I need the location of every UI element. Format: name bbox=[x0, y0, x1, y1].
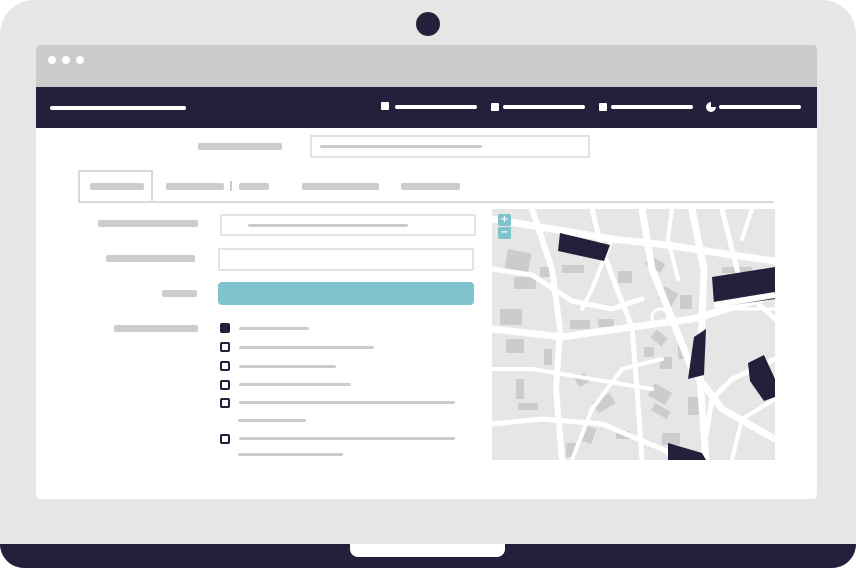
field-1-input[interactable] bbox=[220, 214, 476, 236]
nav-item-3[interactable] bbox=[611, 105, 693, 109]
option-3-label bbox=[239, 365, 336, 368]
button-row-label bbox=[162, 290, 197, 297]
window-maximize-dot[interactable] bbox=[76, 56, 84, 64]
option-6-label-line-1 bbox=[239, 437, 455, 440]
option-1-checkbox[interactable] bbox=[220, 323, 230, 333]
field-2-label bbox=[106, 255, 195, 262]
nav-item-4[interactable] bbox=[719, 105, 801, 109]
window-minimize-dot[interactable] bbox=[62, 56, 70, 64]
option-6-checkbox[interactable] bbox=[220, 434, 230, 444]
option-2-label bbox=[239, 346, 374, 349]
field-1-value-placeholder bbox=[248, 224, 408, 227]
map-view[interactable] bbox=[492, 209, 775, 460]
pie-chart-icon bbox=[706, 102, 716, 112]
zoom-in-button[interactable]: + bbox=[498, 214, 511, 226]
search-input[interactable] bbox=[310, 135, 590, 158]
nav-item-1-icon bbox=[381, 102, 389, 110]
tab-1-label bbox=[90, 183, 144, 190]
option-5-label-line-1 bbox=[239, 401, 455, 404]
options-label bbox=[114, 325, 198, 332]
nav-item-3-icon bbox=[599, 103, 607, 111]
top-navbar bbox=[36, 87, 817, 128]
window-titlebar bbox=[36, 45, 817, 87]
zoom-out-button[interactable]: − bbox=[498, 227, 511, 239]
option-2-checkbox[interactable] bbox=[220, 342, 230, 352]
webcam-icon bbox=[416, 12, 440, 36]
submit-button[interactable] bbox=[218, 282, 474, 305]
tab-4-label[interactable] bbox=[401, 183, 460, 190]
option-5-label-line-2 bbox=[238, 419, 306, 422]
option-1-label bbox=[239, 327, 309, 330]
map-svg bbox=[492, 209, 775, 460]
nav-item-2[interactable] bbox=[503, 105, 585, 109]
option-5-checkbox[interactable] bbox=[220, 398, 230, 408]
tabs-divider bbox=[78, 201, 774, 203]
search-input-text-placeholder bbox=[320, 145, 482, 148]
tab-2-label[interactable] bbox=[166, 183, 224, 190]
option-4-checkbox[interactable] bbox=[220, 380, 230, 390]
tab-3-label[interactable] bbox=[302, 183, 379, 190]
browser-window: + − bbox=[36, 45, 817, 499]
field-1-label bbox=[98, 220, 198, 227]
site-title-placeholder[interactable] bbox=[50, 106, 186, 110]
tab-2-separator bbox=[230, 181, 232, 191]
nav-item-1[interactable] bbox=[395, 105, 477, 109]
option-6-label-line-2 bbox=[238, 453, 343, 456]
option-4-label bbox=[239, 383, 351, 386]
field-2-input[interactable] bbox=[218, 248, 474, 271]
window-close-dot[interactable] bbox=[48, 56, 56, 64]
nav-item-2-icon bbox=[491, 103, 499, 111]
option-3-checkbox[interactable] bbox=[220, 361, 230, 371]
map-roads bbox=[492, 209, 775, 460]
tab-2-sublabel[interactable] bbox=[239, 183, 269, 190]
search-label-placeholder bbox=[198, 143, 282, 150]
laptop-notch bbox=[350, 544, 505, 557]
